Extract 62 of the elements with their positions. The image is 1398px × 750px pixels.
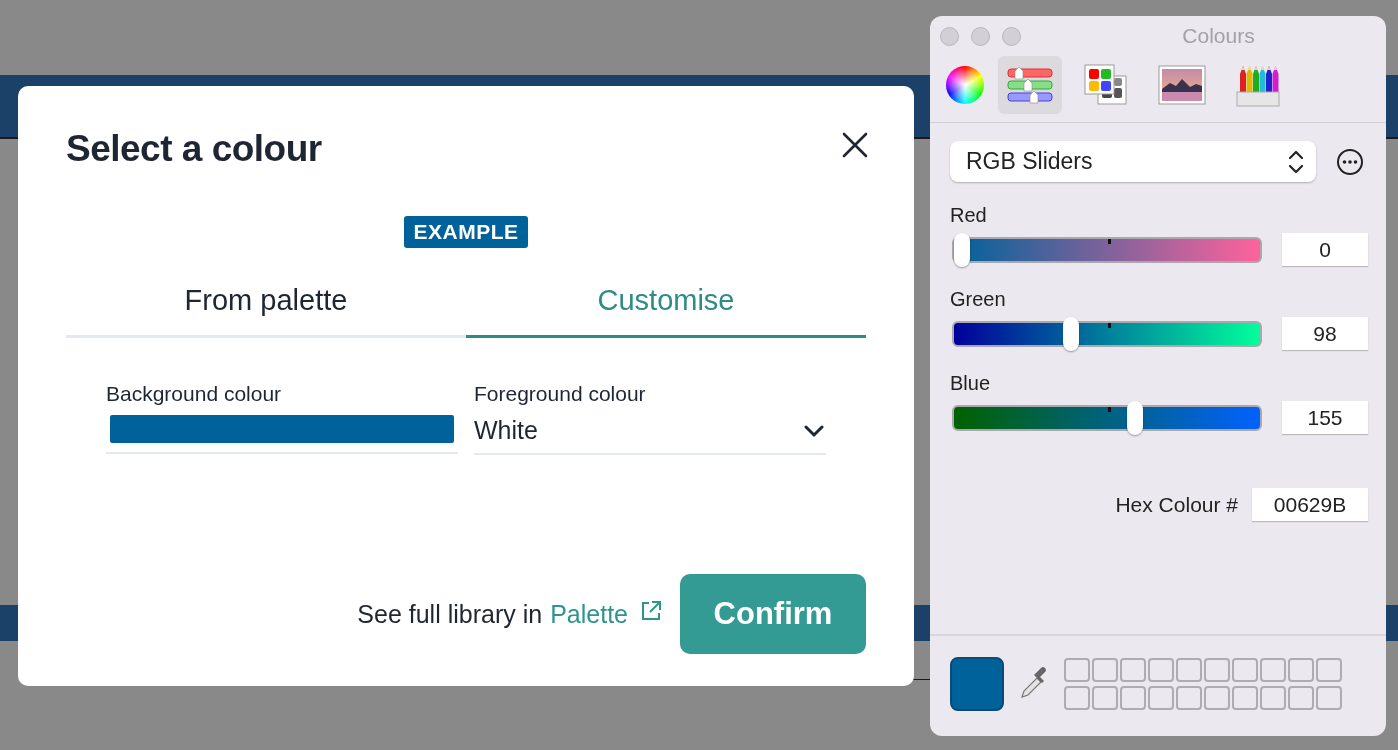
up-down-chevron-icon xyxy=(1288,148,1304,175)
landscape-icon xyxy=(1158,65,1206,105)
slider-label: Red xyxy=(950,204,988,227)
dialog-title: Select a colour xyxy=(66,128,322,170)
slider-label: Green xyxy=(950,288,1007,311)
slider-label: Blue xyxy=(950,372,992,395)
example-badge: EXAMPLE xyxy=(404,216,528,248)
swatch-slot[interactable] xyxy=(1204,686,1230,710)
value-field[interactable]: 155 xyxy=(1282,401,1368,434)
tab[interactable]: Customise xyxy=(466,276,866,338)
swatch-slot[interactable] xyxy=(1148,686,1174,710)
mode-dropdown[interactable]: RGB Sliders xyxy=(950,141,1316,182)
swatch-slot[interactable] xyxy=(1176,658,1202,682)
close-icon xyxy=(841,131,869,159)
swatch-slot[interactable] xyxy=(1288,686,1314,710)
chevron-down-icon xyxy=(804,424,824,437)
swatch-slot[interactable] xyxy=(1120,686,1146,710)
dropdown-value: White xyxy=(474,416,538,445)
swatch-slot[interactable] xyxy=(1148,658,1174,682)
field-label: Foreground colour xyxy=(474,382,647,406)
dropdown-value: RGB Sliders xyxy=(966,148,1093,175)
swatch-slot[interactable] xyxy=(1260,658,1286,682)
swatch-slot[interactable] xyxy=(1064,658,1090,682)
swatch-slot[interactable] xyxy=(1260,686,1286,710)
swatch-slot[interactable] xyxy=(1204,658,1230,682)
value-field[interactable]: 0 xyxy=(1282,233,1368,266)
window-control[interactable] xyxy=(1002,26,1021,46)
value-field[interactable]: 98 xyxy=(1282,317,1368,350)
swatch-slot[interactable] xyxy=(1316,686,1342,710)
colour-well[interactable] xyxy=(950,657,1004,711)
sliders-icon xyxy=(1006,65,1054,105)
palette-link[interactable]: Palette xyxy=(550,599,628,629)
swatch-slot[interactable] xyxy=(1316,658,1342,682)
slider-thumb[interactable] xyxy=(954,232,970,267)
window-control[interactable] xyxy=(971,26,990,46)
swatch-slot[interactable] xyxy=(1064,686,1090,710)
swatch-slot[interactable] xyxy=(1232,686,1258,710)
swatch-slot[interactable] xyxy=(1092,658,1118,682)
tick-mark xyxy=(1108,322,1111,328)
colour-wheel-icon xyxy=(946,66,984,104)
pencils-icon xyxy=(1236,63,1280,107)
window-control[interactable] xyxy=(940,26,959,46)
hex-label: Hex Colour # xyxy=(1115,492,1238,517)
dropdown-field[interactable]: White xyxy=(474,412,826,455)
swatch-slot[interactable] xyxy=(1232,658,1258,682)
swatch-slot[interactable] xyxy=(1120,658,1146,682)
footer-text: See full library in xyxy=(357,599,543,629)
colour-field[interactable] xyxy=(106,412,458,454)
swatch-slot[interactable] xyxy=(1092,686,1118,710)
slider-thumb[interactable] xyxy=(1063,316,1080,351)
window-title: Colours xyxy=(1181,24,1256,48)
field-label: Background colour xyxy=(106,382,283,406)
slider-thumb[interactable] xyxy=(1126,400,1143,435)
swatch-slot[interactable] xyxy=(1288,658,1314,682)
tab[interactable]: From palette xyxy=(66,276,466,338)
more-icon xyxy=(1336,147,1364,176)
swatch-slot[interactable] xyxy=(1176,686,1202,710)
hex-field[interactable]: 00629B xyxy=(1252,488,1368,521)
tick-mark xyxy=(1108,238,1111,244)
palettes-icon xyxy=(1084,64,1128,106)
tick-mark xyxy=(1108,406,1111,412)
external-link-icon xyxy=(640,600,662,622)
